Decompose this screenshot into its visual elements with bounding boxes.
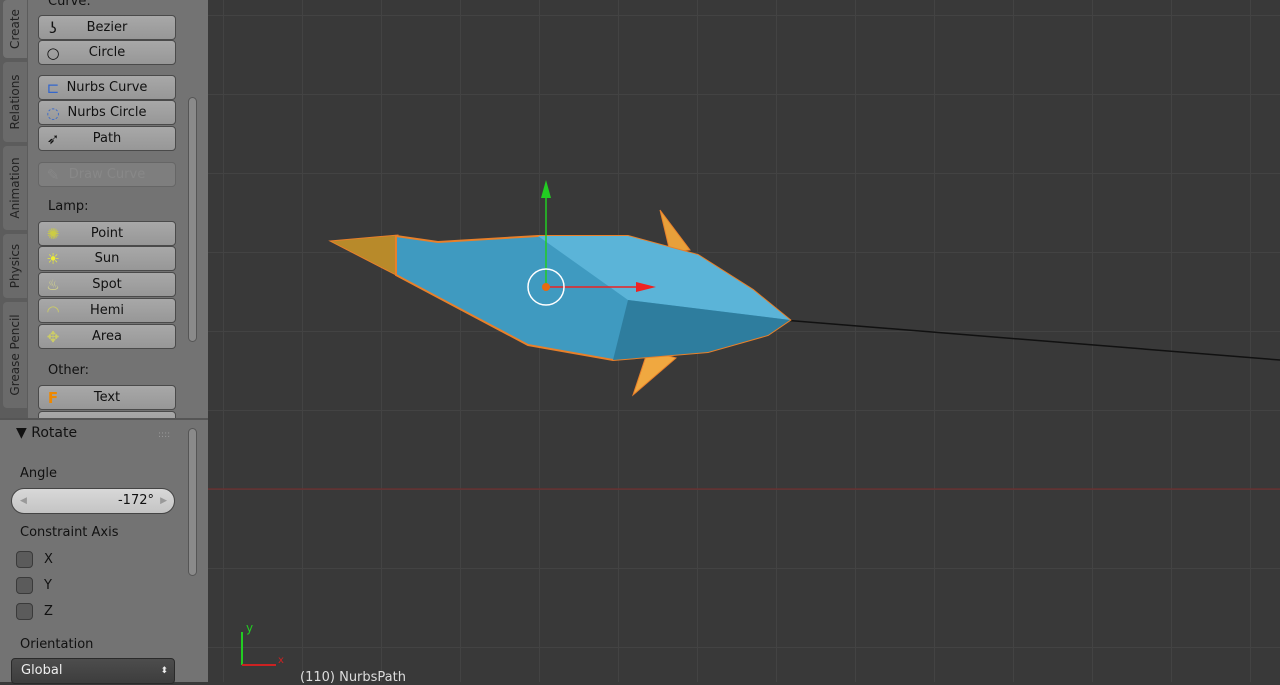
panel-header[interactable]: ▼ Rotate [16, 425, 77, 441]
constraint-z-checkbox[interactable] [16, 603, 33, 620]
mini-axis-x-label: x [278, 655, 284, 666]
curve-label: Curve: [48, 0, 91, 9]
constraint-z-label: Z [44, 604, 53, 619]
fish-mesh [328, 209, 792, 397]
path-icon: ➶ [46, 130, 60, 148]
updown-arrows-icon: ⬍ [160, 666, 168, 676]
tab-relations[interactable]: Relations [3, 62, 27, 142]
orientation-select[interactable]: Global ⬍ [11, 658, 175, 684]
pencil-icon: ✎ [46, 166, 60, 184]
constraint-x-checkbox[interactable] [16, 551, 33, 568]
nurbs-circle-button[interactable]: ◌ Nurbs Circle [38, 100, 176, 125]
text-icon: F [47, 389, 59, 407]
spot-lamp-button[interactable]: ♨ Spot [38, 272, 176, 297]
hidden-button[interactable] [38, 411, 176, 418]
other-label: Other: [48, 363, 90, 378]
circle-icon: ○ [46, 44, 60, 62]
bezier-icon: ʖ [49, 19, 57, 37]
constraint-y-label: Y [44, 578, 52, 593]
increment-icon[interactable]: ▶ [160, 489, 167, 513]
nurbs-curve-icon: ⊏ [46, 79, 60, 97]
draw-curve-button[interactable]: ✎ Draw Curve [38, 162, 176, 187]
orientation-label: Orientation [20, 637, 94, 652]
tab-physics[interactable]: Physics [3, 234, 27, 298]
constraint-axis-label: Constraint Axis [20, 525, 119, 540]
3d-viewport[interactable]: y x [208, 0, 1280, 682]
decrement-icon[interactable]: ◀ [20, 489, 27, 513]
scene: y x [208, 180, 1280, 666]
tab-create[interactable]: Create [3, 0, 27, 58]
text-button[interactable]: F Text [38, 385, 176, 410]
area-icon: ✥ [46, 328, 60, 346]
operator-scrollbar[interactable] [188, 428, 197, 576]
tab-animation[interactable]: Animation [3, 146, 27, 230]
hemi-lamp-button[interactable]: ◠ Hemi [38, 298, 176, 323]
spot-icon: ♨ [46, 276, 60, 294]
tool-shelf: Curve: ʖ Bezier ○ Circle ⊏ Nurbs Curve ◌ Nur… [28, 0, 208, 418]
angle-label: Angle [20, 466, 57, 481]
object-info: (110) NurbsPath [300, 670, 406, 685]
nurbs-curve-button[interactable]: ⊏ Nurbs Curve [38, 75, 176, 100]
bezier-button[interactable]: ʖ Bezier [38, 15, 176, 40]
tool-tabs: Create Relations Animation Physics Greas… [0, 0, 28, 418]
nurbs-circle-icon: ◌ [46, 104, 60, 122]
tool-shelf-scrollbar[interactable] [188, 97, 197, 342]
tab-grease-pencil[interactable]: Grease Pencil [3, 302, 27, 408]
hemi-icon: ◠ [46, 302, 60, 320]
rotate-operator-panel: ▼ Rotate :::: Angle ◀ -172° ▶ Constraint… [0, 418, 208, 684]
drag-handle-icon[interactable]: :::: [158, 430, 170, 440]
path-curve [782, 319, 1280, 361]
angle-field[interactable]: ◀ -172° ▶ [11, 488, 175, 514]
point-lamp-icon: ✺ [46, 225, 60, 243]
path-button[interactable]: ➶ Path [38, 126, 176, 151]
mini-axis-y-label: y [246, 621, 253, 635]
area-lamp-button[interactable]: ✥ Area [38, 324, 176, 349]
point-lamp-button[interactable]: ✺ Point [38, 221, 176, 246]
sun-icon: ☀ [46, 250, 60, 268]
circle-button[interactable]: ○ Circle [38, 40, 176, 65]
constraint-x-label: X [44, 552, 53, 567]
lamp-label: Lamp: [48, 199, 89, 214]
sun-lamp-button[interactable]: ☀ Sun [38, 246, 176, 271]
constraint-y-checkbox[interactable] [16, 577, 33, 594]
